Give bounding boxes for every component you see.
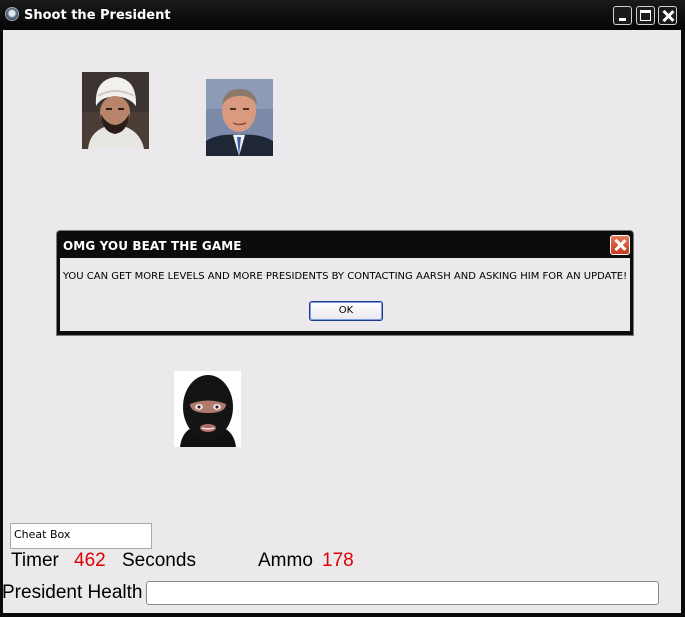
masked-man-portrait-icon xyxy=(174,371,241,447)
president-health-label: President Health xyxy=(2,582,143,603)
ammo-label: Ammo xyxy=(258,550,313,571)
target-masked-man[interactable] xyxy=(174,371,241,447)
president-health-bar xyxy=(146,581,659,605)
target-turban-man[interactable] xyxy=(82,72,149,149)
close-button[interactable] xyxy=(658,6,677,25)
dialog-title: OMG YOU BEAT THE GAME xyxy=(63,239,242,253)
president-portrait-icon xyxy=(206,79,273,156)
dialog-body: YOU CAN GET MORE LEVELS AND MORE PRESIDE… xyxy=(60,258,630,331)
dialog-close-button[interactable] xyxy=(610,235,630,255)
seconds-label: Seconds xyxy=(122,550,196,571)
dialog-message: YOU CAN GET MORE LEVELS AND MORE PRESIDE… xyxy=(62,271,628,282)
cheat-box-input[interactable]: Cheat Box xyxy=(10,523,152,549)
game-over-dialog: OMG YOU BEAT THE GAME YOU CAN GET MORE L… xyxy=(56,230,634,336)
target-president[interactable] xyxy=(206,79,273,156)
timer-value: 462 xyxy=(74,550,106,571)
minimize-button[interactable] xyxy=(613,6,632,25)
turban-man-portrait-icon xyxy=(82,72,149,149)
app-icon[interactable] xyxy=(5,7,19,21)
ammo-value: 178 xyxy=(322,550,354,571)
timer-label: Timer xyxy=(11,550,59,571)
maximize-button[interactable] xyxy=(636,6,655,25)
game-window: Shoot the President Cheat Box Timer 462 … xyxy=(0,0,685,617)
window-title: Shoot the President xyxy=(24,8,171,23)
title-bar[interactable]: Shoot the President xyxy=(0,0,685,30)
ok-button[interactable]: OK xyxy=(309,301,383,321)
